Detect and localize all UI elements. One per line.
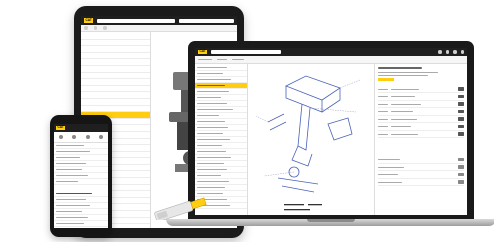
list-item[interactable] xyxy=(81,73,150,80)
bell-icon[interactable] xyxy=(445,50,449,54)
list-item[interactable] xyxy=(81,33,150,40)
add-to-cart-button[interactable] xyxy=(458,132,464,136)
cat-logo: CAT xyxy=(198,49,208,55)
tablet-search-input[interactable] xyxy=(97,18,176,23)
exploded-view-diagram xyxy=(255,75,360,211)
part-row[interactable] xyxy=(377,116,464,124)
list-item[interactable] xyxy=(81,59,150,66)
part-row[interactable] xyxy=(377,93,464,101)
add-to-cart-button[interactable] xyxy=(458,94,464,99)
highlighted-part-number xyxy=(377,77,394,81)
tab-icon[interactable] xyxy=(85,135,90,139)
menu-icon[interactable] xyxy=(460,50,464,54)
list-item[interactable] xyxy=(81,86,150,93)
part-row[interactable] xyxy=(377,164,464,172)
add-to-cart-button[interactable] xyxy=(458,102,464,106)
usb-drive-icon xyxy=(154,197,207,220)
laptop-parts-tree xyxy=(195,64,248,215)
laptop-search-input[interactable] xyxy=(211,50,282,54)
laptop-toolbar xyxy=(195,56,467,64)
part-row[interactable] xyxy=(377,101,464,109)
part-row[interactable] xyxy=(377,131,464,139)
tablet-toolbar xyxy=(81,25,237,32)
phone-top-bar: CAT xyxy=(54,124,108,132)
toolbar-icon[interactable] xyxy=(103,26,107,30)
toolbar-icon[interactable] xyxy=(93,26,97,30)
part-row[interactable] xyxy=(377,156,464,164)
cart-icon[interactable] xyxy=(438,50,442,54)
part-row[interactable] xyxy=(377,171,464,179)
add-to-cart-button[interactable] xyxy=(458,117,464,121)
list-item[interactable] xyxy=(81,53,150,60)
phone-device: CAT xyxy=(50,115,112,237)
option-button[interactable] xyxy=(458,172,464,177)
laptop-top-bar: CAT xyxy=(195,48,467,56)
toolbar-icon[interactable] xyxy=(84,26,88,30)
user-icon[interactable] xyxy=(453,50,457,54)
laptop-device: CAT xyxy=(188,41,474,219)
add-to-cart-button[interactable] xyxy=(458,124,464,129)
part-row[interactable] xyxy=(377,86,464,94)
option-button[interactable] xyxy=(458,157,464,162)
list-item[interactable] xyxy=(81,92,150,99)
tablet-top-bar: CAT xyxy=(81,16,237,25)
tab-icon[interactable] xyxy=(72,135,77,139)
cat-logo: CAT xyxy=(84,17,94,23)
list-item[interactable] xyxy=(54,221,108,227)
add-to-cart-button[interactable] xyxy=(458,109,464,114)
phone-screen: CAT xyxy=(54,124,108,228)
tab-icon[interactable] xyxy=(58,135,63,139)
laptop-screen: CAT xyxy=(195,48,467,215)
part-row[interactable] xyxy=(377,108,464,116)
add-to-cart-button[interactable] xyxy=(458,87,464,91)
list-item[interactable] xyxy=(81,99,150,106)
list-item[interactable] xyxy=(81,106,150,113)
laptop-parts-panel xyxy=(373,64,467,215)
list-item[interactable] xyxy=(81,66,150,73)
list-item[interactable] xyxy=(81,40,150,47)
tab-icon[interactable] xyxy=(99,135,104,139)
option-button[interactable] xyxy=(458,180,464,184)
part-row[interactable] xyxy=(377,123,464,131)
list-item[interactable] xyxy=(81,79,150,86)
tablet-model-select[interactable] xyxy=(179,18,234,23)
laptop-parts-diagram[interactable] xyxy=(248,64,374,215)
laptop-hinge-notch xyxy=(307,219,355,222)
list-item[interactable] xyxy=(81,46,150,53)
option-button[interactable] xyxy=(458,165,464,169)
cat-logo: CAT xyxy=(56,125,66,131)
phone-tab-bar xyxy=(54,132,108,143)
part-row[interactable] xyxy=(377,179,464,187)
